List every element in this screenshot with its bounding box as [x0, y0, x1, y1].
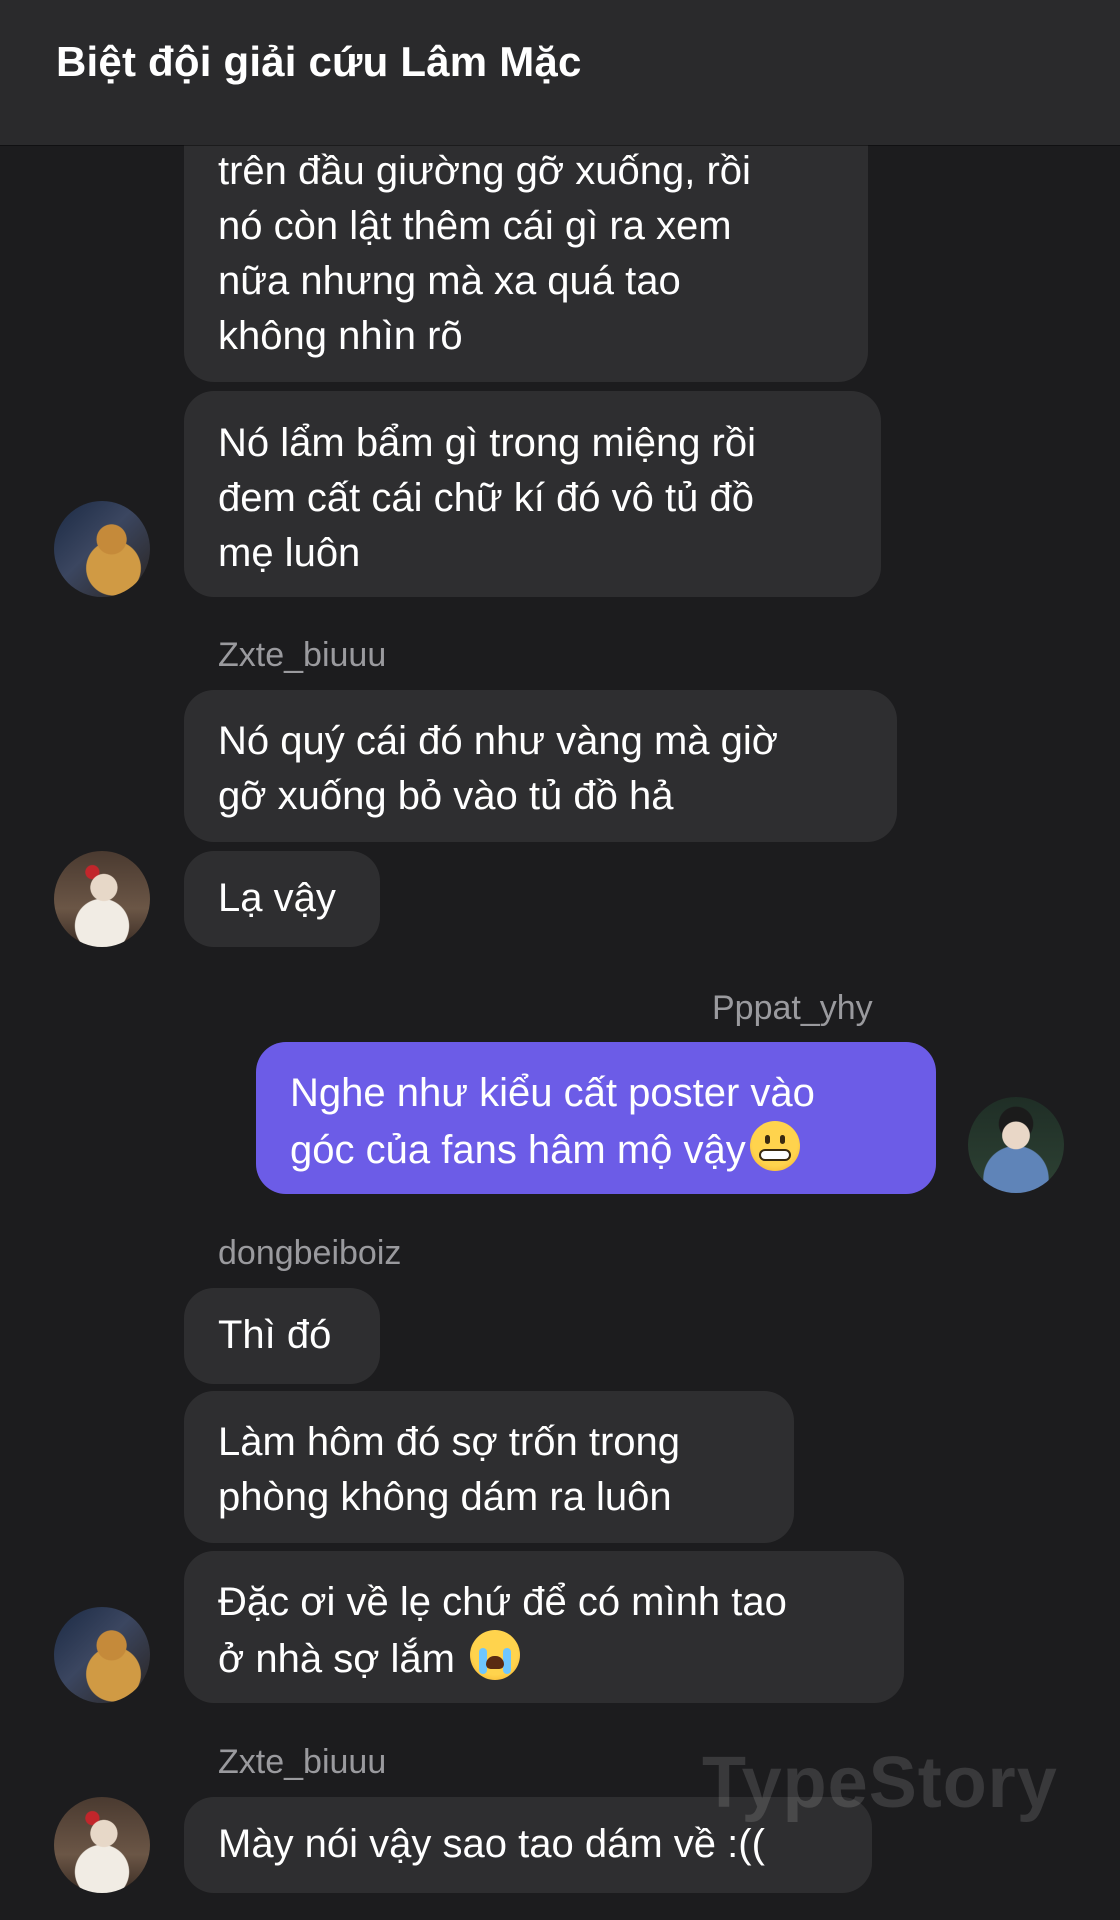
message-text: ở nhà sợ lắm — [218, 1637, 467, 1681]
avatar-dongbeiboiz[interactable] — [54, 1607, 150, 1703]
message-bubble[interactable]: trên đầu giường gỡ xuống, rồi nó còn lật… — [184, 120, 868, 382]
watermark: TypeStory — [702, 1743, 1058, 1823]
message-bubble[interactable]: Nó quý cái đó như vàng mà giờ gỡ xuống b… — [184, 690, 897, 842]
message-text-line: Nghe như kiểu cất poster vào — [290, 1071, 815, 1115]
crying-face-emoji-icon — [470, 1630, 521, 1680]
message-text-line: Đặc ơi về lẹ chứ để có mình tao — [218, 1580, 787, 1624]
message-bubble[interactable]: Nó lẩm bẩm gì trong miệng rồi đem cất cá… — [184, 391, 881, 597]
avatar-pppat-yhy[interactable] — [968, 1097, 1064, 1193]
chat-header: Biệt đội giải cứu Lâm Mặc — [0, 0, 1120, 145]
message-bubble[interactable]: Đặc ơi về lẹ chứ để có mình tao ở nhà sợ… — [184, 1551, 904, 1703]
message-text-line: ở nhà sợ lắm — [218, 1630, 870, 1687]
avatar-zxte-biuuu[interactable] — [54, 1797, 150, 1893]
my-message-bubble[interactable]: Nghe như kiểu cất poster vào góc của fan… — [256, 1042, 936, 1194]
sender-name: Pppat_yhy — [712, 989, 873, 1027]
message-bubble[interactable]: Lạ vậy — [184, 851, 380, 947]
avatar-dongbeiboiz[interactable] — [54, 501, 150, 597]
message-bubble[interactable]: Thì đó — [184, 1288, 380, 1384]
sender-name: dongbeiboiz — [218, 1234, 402, 1272]
grimacing-face-emoji-icon — [749, 1121, 800, 1171]
sender-name: Zxte_biuuu — [218, 636, 387, 674]
avatar-zxte-biuuu[interactable] — [54, 851, 150, 947]
message-bubble[interactable]: Làm hôm đó sợ trốn trong phòng không dám… — [184, 1391, 794, 1543]
group-chat-title[interactable]: Biệt đội giải cứu Lâm Mặc — [56, 38, 582, 86]
sender-name: Zxte_biuuu — [218, 1743, 387, 1781]
message-text-line: góc của fans hâm mộ vậy — [290, 1121, 902, 1178]
message-text: góc của fans hâm mộ vậy — [290, 1128, 746, 1172]
